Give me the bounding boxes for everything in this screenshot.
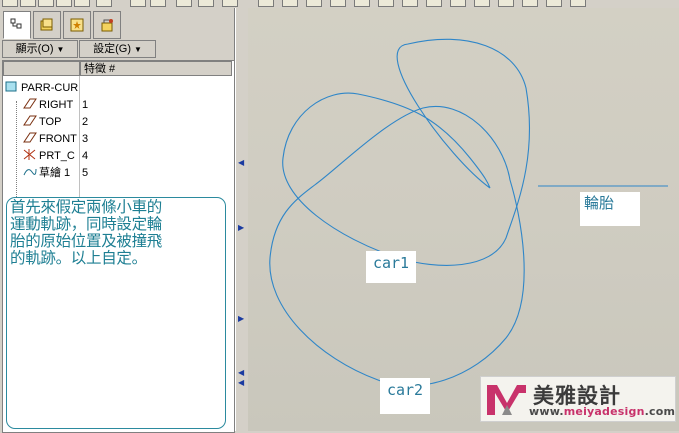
toolbar-icon[interactable]: [56, 0, 72, 7]
tree-root[interactable]: PARR-CUR: [5, 80, 78, 97]
chevron-down-icon: ▼: [133, 45, 142, 54]
toolbar-icon[interactable]: [378, 0, 394, 7]
toolbar-icon[interactable]: [570, 0, 586, 7]
favorites-icon: [70, 18, 84, 32]
model-tree-icon: [10, 18, 22, 29]
note-line: 胎的原始位置及被撞飛: [10, 232, 163, 250]
settings-menu-label: 設定(G): [93, 43, 131, 55]
note-line: 運動軌跡，同時設定輪: [10, 215, 163, 233]
tab-model-tree[interactable]: [3, 11, 31, 39]
tree-item-right[interactable]: RIGHT: [23, 97, 73, 114]
feature-number: 3: [82, 133, 89, 145]
connections-icon: [101, 19, 113, 32]
toolbar-icon[interactable]: [150, 0, 166, 7]
toolbar-icon[interactable]: [198, 0, 214, 7]
tree-item-label: PRT_C: [39, 150, 75, 162]
tree-item-sketch[interactable]: 草繪 1: [23, 165, 70, 182]
toolbar-icon[interactable]: [2, 0, 18, 7]
part-icon: [5, 81, 17, 92]
tree-item-front[interactable]: FRONT: [23, 131, 77, 148]
tree-item-label: RIGHT: [39, 99, 74, 111]
car2-label: car2: [380, 378, 430, 414]
toolbar-icon[interactable]: [20, 0, 36, 7]
toolbar-icon[interactable]: [38, 0, 54, 7]
toolbar-icon[interactable]: [306, 0, 322, 7]
datum-plane-icon: [23, 98, 37, 109]
toolbar-icon[interactable]: [474, 0, 490, 7]
coordinate-system-icon: [23, 149, 36, 160]
view-menu-button[interactable]: 顯示(O) ▼: [2, 40, 78, 58]
toolbar-icon[interactable]: [450, 0, 466, 7]
toolbar-icon[interactable]: [258, 0, 274, 7]
tree-item-label: 草繪 1: [39, 167, 71, 179]
view-menu-label: 顯示(O): [15, 43, 54, 55]
toolbar-icon[interactable]: [96, 0, 112, 7]
tree-item-label: TOP: [39, 116, 62, 128]
navigator-menus: 顯示(O) ▼ 設定(G) ▼: [0, 40, 234, 58]
toolbar-icon[interactable]: [522, 0, 538, 7]
toolbar-icon[interactable]: [74, 0, 90, 7]
toolbar-icon[interactable]: [402, 0, 418, 7]
datum-plane-icon: [23, 115, 37, 126]
toolbar-icon[interactable]: [546, 0, 562, 7]
toolbar-icon[interactable]: [130, 0, 146, 7]
tree-column-header-name[interactable]: [3, 61, 80, 76]
tab-folder-browser[interactable]: [33, 11, 61, 39]
toolbar-icon[interactable]: [498, 0, 514, 7]
expand-arrow-icon[interactable]: ▶: [238, 223, 244, 232]
url-prefix: www.: [529, 405, 564, 418]
collapse-arrow-icon[interactable]: ◀: [238, 378, 244, 387]
car1-trajectory-curve[interactable]: [282, 38, 530, 266]
feature-number: 1: [82, 99, 89, 111]
tree-column-header-feature[interactable]: 特徵 #: [80, 61, 232, 76]
note-line: 首先來假定兩條小車的: [10, 198, 163, 216]
tree-item-label: FRONT: [39, 133, 77, 145]
datum-plane-icon: [23, 132, 37, 143]
toolbar-icon[interactable]: [426, 0, 442, 7]
settings-menu-button[interactable]: 設定(G) ▼: [79, 40, 156, 58]
tree-item-prt-csys[interactable]: PRT_C: [23, 148, 75, 165]
car2-trajectory-curve[interactable]: [269, 105, 525, 387]
brand-url: www.meiyadesign.com: [529, 405, 675, 418]
collapse-arrow-icon[interactable]: ◀: [238, 368, 244, 377]
expand-arrow-icon[interactable]: ▶: [238, 314, 244, 323]
url-name: meiyadesign: [563, 405, 645, 418]
toolbar-icon[interactable]: [222, 0, 238, 7]
car1-label: car1: [366, 251, 416, 283]
folder-icon: [40, 18, 53, 31]
collapse-arrow-icon[interactable]: ◀: [238, 158, 244, 167]
toolbar-icon[interactable]: [282, 0, 298, 7]
annotation-note: 首先來假定兩條小車的 運動軌跡，同時設定輪 胎的原始位置及被撞飛 的軌跡。以上自…: [6, 197, 226, 429]
chevron-down-icon: ▼: [56, 45, 65, 54]
note-line: 的軌跡。以上自定。: [10, 249, 147, 267]
graphics-window[interactable]: 輪胎 car1 car2: [248, 8, 679, 431]
feature-number: 4: [82, 150, 89, 162]
toolbar-icon[interactable]: [330, 0, 346, 7]
toolbar-icon[interactable]: [354, 0, 370, 7]
toolbar-icon[interactable]: [176, 0, 192, 7]
feature-number: 5: [82, 167, 89, 179]
sketch-icon: [23, 168, 37, 176]
tree-root-label: PARR-CUR: [21, 82, 79, 94]
tab-favorites[interactable]: [63, 11, 91, 39]
brand-logo-icon: [487, 385, 526, 415]
tire-label: 輪胎: [580, 192, 640, 226]
panel-splitter[interactable]: ◀ ▶ ▶ ◀ ◀: [235, 8, 248, 431]
tab-connections[interactable]: [93, 11, 121, 39]
watermark-logo: 美雅設計 www.meiyadesign.com: [480, 376, 676, 422]
navigator-panel: 顯示(O) ▼ 設定(G) ▼ 特徵 # PARR-CUR RIGHT 1 TOP …: [0, 8, 235, 433]
tree-item-top[interactable]: TOP: [23, 114, 61, 131]
url-suffix: .com: [644, 405, 676, 418]
feature-number: 2: [82, 116, 89, 128]
